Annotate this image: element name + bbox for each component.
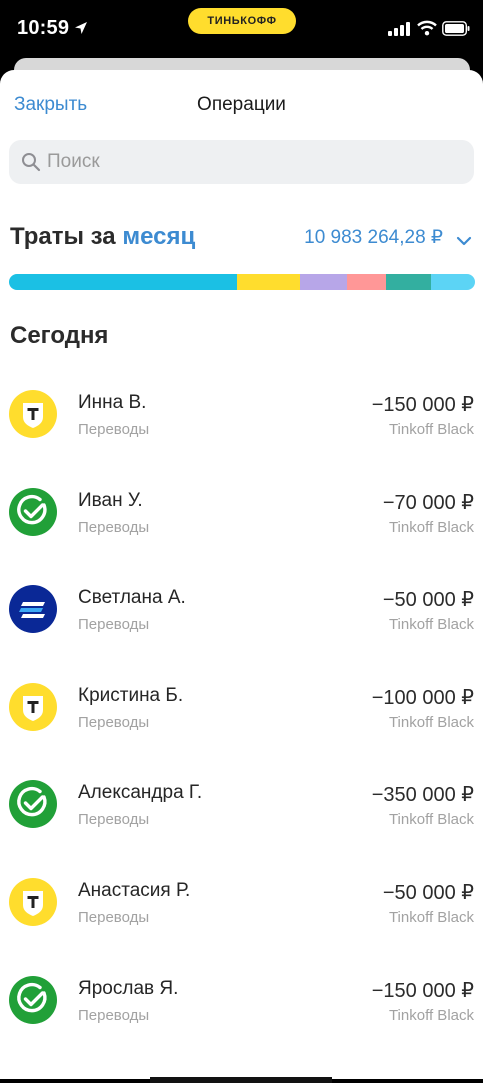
operation-name: Инна В. [78, 392, 147, 413]
spending-heading: Траты за месяц [10, 223, 195, 251]
operation-card: Tinkoff Black [388, 421, 474, 438]
spending-segment [346, 274, 387, 290]
spending-segment [300, 274, 347, 290]
spending-segment [9, 274, 238, 290]
operation-amount: −70 000 ₽ [382, 491, 474, 514]
operation-card: Tinkoff Black [388, 518, 474, 536]
sber-icon [9, 487, 57, 536]
operation-name: Кристина Б. [78, 684, 184, 706]
search-input[interactable] [47, 151, 427, 173]
redaction-bar [150, 1077, 332, 1083]
operation-name: Светлана А. [78, 587, 186, 609]
operation-category: Переводы [78, 518, 150, 536]
operation-category: Переводы [78, 908, 150, 926]
operation-amount: −150 000 ₽ [371, 979, 474, 1002]
tinkoff-icon [9, 877, 57, 926]
operation-card: Tinkoff Black [388, 616, 474, 634]
operation-amount: −50 000 ₽ [382, 589, 474, 612]
operation-name: Иван У. [78, 489, 143, 511]
operation-row[interactable]: Инна В. Переводы −150 000 ₽ Tinkoff Black [0, 370, 483, 468]
spending-segment [386, 274, 431, 290]
operations-sheet: Операции Закрыть Траты за месяц 10 983 2… [0, 70, 483, 1079]
operation-amount: −150 000 ₽ [371, 394, 474, 416]
operation-name: Анастасия Р. [78, 879, 191, 901]
operation-amount: −350 000 ₽ [371, 784, 474, 807]
operation-category: Переводы [78, 616, 150, 634]
cellular-signal-icon [388, 22, 410, 41]
search-icon [21, 152, 41, 172]
spending-segment [237, 274, 301, 290]
chevron-down-icon[interactable] [456, 233, 472, 251]
operation-row[interactable]: Александра Г. Переводы −350 000 ₽ Tinkoff B… [0, 760, 483, 858]
battery-icon [442, 21, 471, 41]
operation-category: Переводы [78, 1006, 150, 1024]
period-selector[interactable]: месяц [122, 223, 195, 250]
tinkoff-icon [9, 682, 57, 731]
operation-card: Tinkoff Black [388, 713, 474, 731]
tinkoff-icon [9, 390, 57, 438]
operation-row[interactable]: Кристина Б. Переводы −100 000 ₽ Tinkoff Bla… [0, 663, 483, 761]
sber-icon [9, 975, 57, 1024]
sber-icon [9, 780, 57, 829]
operations-list: Инна В. Переводы −150 000 ₽ Tinkoff Black Ив… [0, 370, 483, 1053]
brand-pill: ТИНЬКОФФ [188, 8, 296, 34]
spending-total[interactable]: 10 983 264,28 ₽ [304, 226, 443, 249]
close-button[interactable]: Закрыть [14, 94, 87, 116]
spending-category-bar[interactable] [9, 274, 475, 290]
operation-row[interactable]: Ярослав Я. Переводы −150 000 ₽ Tinkoff Blac… [0, 956, 483, 1054]
operation-card: Tinkoff Black [388, 1006, 474, 1024]
operation-name: Ярослав Я. [78, 977, 179, 999]
operation-name: Александра Г. [78, 782, 203, 804]
operation-row[interactable]: Иван У. Переводы −70 000 ₽ Tinkoff Black [0, 468, 483, 566]
status-bar: 10:59 ТИНЬКОФФ [0, 0, 483, 58]
operation-row[interactable]: Анастасия Р. Переводы −50 000 ₽ Tinkoff Bla… [0, 858, 483, 956]
operation-category: Переводы [78, 713, 150, 731]
spending-label: Траты за [10, 223, 116, 250]
operation-row[interactable]: Светлана А. Переводы −50 000 ₽ Tinkoff Blac… [0, 565, 483, 663]
operation-amount: −50 000 ₽ [382, 881, 474, 904]
operation-category: Переводы [78, 421, 150, 438]
vtb-icon [9, 585, 57, 634]
operation-card: Tinkoff Black [388, 811, 474, 829]
spending-segment [430, 274, 475, 290]
operation-amount: −100 000 ₽ [371, 686, 474, 709]
operation-card: Tinkoff Black [388, 908, 474, 926]
wifi-icon [417, 20, 437, 41]
status-time: 10:59 [17, 17, 70, 39]
location-arrow-icon [74, 21, 88, 40]
search-bar[interactable] [9, 140, 474, 184]
operation-category: Переводы [78, 811, 150, 829]
section-title-today: Сегодня [10, 322, 109, 349]
